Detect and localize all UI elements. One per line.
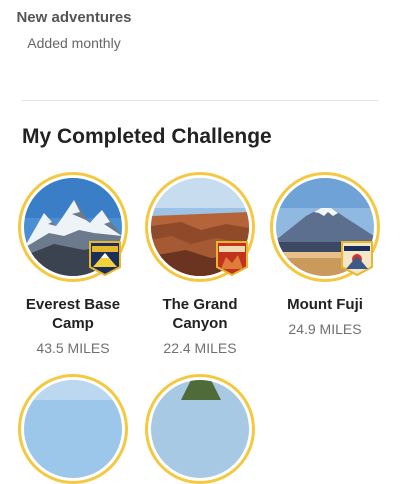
challenge-card-everest[interactable]: Everest Base Camp 43.5 MILES: [8, 172, 138, 356]
everest-badge-icon: [89, 241, 121, 277]
challenge-card-mount-fuji[interactable]: Mount Fuji 24.9 MILES: [260, 172, 390, 337]
grand-canyon-badge-icon: [216, 241, 248, 277]
promo-subtitle: Added monthly: [27, 35, 121, 51]
new-adventures-promo[interactable]: New adventures Added monthly: [0, 0, 148, 51]
challenge-name: Everest Base Camp: [25, 296, 121, 332]
challenge-distance: 24.9 MILES: [288, 321, 362, 337]
challenge-card-grand-canyon[interactable]: The Grand Canyon 22.4 MILES: [135, 172, 265, 356]
section-title: My Completed Challenge: [22, 125, 272, 148]
challenge-medal: [145, 172, 255, 282]
mount-fuji-badge-icon: [341, 241, 373, 277]
challenge-photo: [24, 380, 122, 478]
challenge-medal: [18, 374, 128, 484]
promo-title: New adventures: [16, 9, 132, 26]
section-divider: [22, 100, 378, 101]
challenge-name: Mount Fuji: [287, 296, 363, 313]
challenge-distance: 22.4 MILES: [163, 340, 237, 356]
challenge-card-next-1[interactable]: [8, 374, 138, 484]
challenge-card-next-2[interactable]: [135, 374, 265, 484]
challenge-medal: [18, 172, 128, 282]
challenge-medal: [145, 374, 255, 484]
challenge-distance: 43.5 MILES: [36, 340, 110, 356]
challenge-medal: [270, 172, 380, 282]
challenge-photo: [151, 380, 249, 478]
challenge-name: The Grand Canyon: [162, 296, 238, 332]
